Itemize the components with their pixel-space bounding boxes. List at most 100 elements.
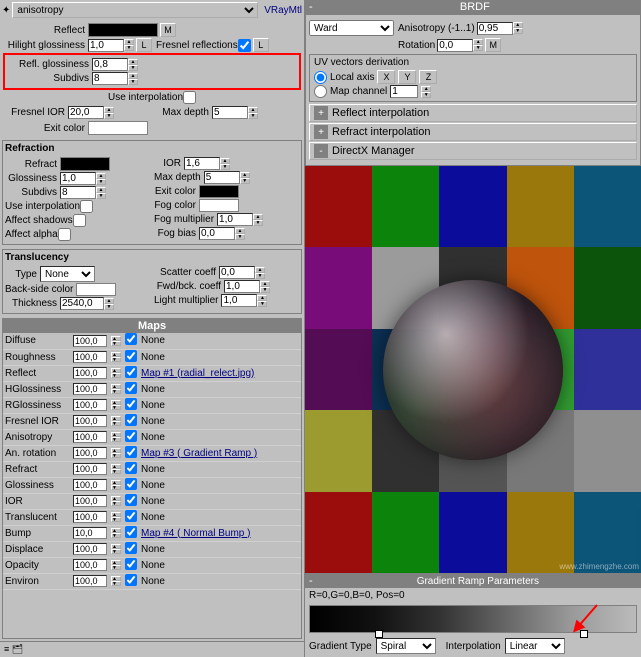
gradient-type-select[interactable]: Spiral [376, 638, 436, 654]
ior-spinner[interactable]: ▲▼ [220, 158, 230, 170]
fog-mult-input[interactable] [217, 213, 253, 226]
fog-bias-spinner[interactable]: ▲▼ [235, 228, 245, 240]
affect-alpha-checkbox[interactable] [58, 228, 71, 241]
map-value-input-1[interactable] [73, 351, 107, 363]
light-mult-input[interactable] [221, 294, 257, 307]
map-spin-9[interactable]: ▲▼ [109, 477, 123, 493]
rotation-m-btn[interactable]: M [485, 38, 501, 52]
anisotropy-value-input[interactable] [477, 22, 513, 35]
refract-interp-row[interactable]: + Refract interpolation [309, 123, 637, 141]
gradient-ramp-minus[interactable]: - [309, 575, 313, 587]
max-depth-input[interactable] [212, 106, 248, 119]
map-check-3[interactable] [123, 381, 139, 397]
gloss-input[interactable] [60, 172, 96, 185]
rotation-spinner[interactable]: ▲▼ [473, 39, 483, 51]
gradient-stop-right[interactable] [580, 630, 588, 638]
refl-gloss-spinner[interactable]: ▲▼ [128, 59, 138, 71]
map-value-input-3[interactable] [73, 383, 107, 395]
hilight-l-btn[interactable]: L [136, 38, 152, 52]
type-select[interactable]: None [40, 266, 95, 282]
map-value-input-4[interactable] [73, 399, 107, 411]
fresnel-l-btn[interactable]: L [253, 38, 269, 52]
refl-gloss-input[interactable] [92, 58, 128, 71]
map-value-input-11[interactable] [73, 511, 107, 523]
scatter-input[interactable] [219, 266, 255, 279]
rotation-input[interactable] [437, 39, 473, 52]
hilight-spinner[interactable]: ▲▼ [124, 39, 134, 51]
map-value-input-12[interactable] [73, 527, 107, 539]
map-check-13[interactable] [123, 541, 139, 557]
map-spin-2[interactable]: ▲▼ [109, 365, 123, 381]
map-check-12[interactable] [123, 525, 139, 541]
subdivs-input[interactable] [92, 72, 128, 85]
map-spin-3[interactable]: ▲▼ [109, 381, 123, 397]
map-link-2[interactable]: Map #1 (radial_relect.jpg) [139, 365, 301, 381]
map-spin-15[interactable]: ▲▼ [109, 573, 123, 589]
map-value-input-13[interactable] [73, 543, 107, 555]
map-check-7[interactable] [123, 445, 139, 461]
gloss-spinner[interactable]: ▲▼ [96, 173, 106, 185]
map-value-input-6[interactable] [73, 431, 107, 443]
map-spin-1[interactable]: ▲▼ [109, 349, 123, 365]
map-channel-input[interactable] [390, 85, 418, 98]
fwdbck-input[interactable] [224, 280, 260, 293]
fog-color-box[interactable] [199, 199, 239, 212]
map-check-11[interactable] [123, 509, 139, 525]
fresnel-ior-spinner[interactable]: ▲▼ [104, 107, 114, 119]
thickness-input[interactable] [60, 297, 104, 310]
max-depth2-spinner[interactable]: ▲▼ [240, 172, 250, 184]
x-btn[interactable]: X [377, 70, 395, 84]
map-check-6[interactable] [123, 429, 139, 445]
anisotropy-spinner[interactable]: ▲▼ [513, 22, 523, 34]
refract-expand-icon[interactable]: + [314, 125, 328, 139]
exit-color2-box[interactable] [199, 185, 239, 198]
directx-expand-icon[interactable]: - [314, 144, 328, 158]
map-value-input-10[interactable] [73, 495, 107, 507]
map-value-input-15[interactable] [73, 575, 107, 587]
scatter-spinner[interactable]: ▲▼ [255, 267, 265, 279]
reflect-expand-icon[interactable]: + [314, 106, 328, 120]
fresnel-checkbox[interactable] [238, 39, 251, 52]
map-channel-radio[interactable] [314, 85, 327, 98]
map-link-12[interactable]: Map #4 ( Normal Bump ) [139, 525, 301, 541]
use-interp-checkbox[interactable] [183, 91, 196, 104]
fwdbck-spinner[interactable]: ▲▼ [260, 281, 270, 293]
map-spin-12[interactable]: ▲▼ [109, 525, 123, 541]
ref-subdivs-spinner[interactable]: ▲▼ [96, 187, 106, 199]
map-spin-0[interactable]: ▲▼ [109, 333, 123, 349]
map-spin-11[interactable]: ▲▼ [109, 509, 123, 525]
reflect-m-button[interactable]: M [160, 23, 176, 37]
ref-subdivs-input[interactable] [60, 186, 96, 199]
affect-shadows-checkbox[interactable] [73, 214, 86, 227]
map-check-4[interactable] [123, 397, 139, 413]
map-check-2[interactable] [123, 365, 139, 381]
map-spin-5[interactable]: ▲▼ [109, 413, 123, 429]
light-mult-spinner[interactable]: ▲▼ [257, 295, 267, 307]
interpolation-select[interactable]: Linear [505, 638, 565, 654]
z-btn[interactable]: Z [419, 70, 437, 84]
map-spin-14[interactable]: ▲▼ [109, 557, 123, 573]
map-value-input-0[interactable] [73, 335, 107, 347]
directx-row[interactable]: - DirectX Manager [309, 142, 637, 160]
material-dropdown[interactable]: anisotropy [12, 2, 258, 18]
hilight-input[interactable] [88, 39, 124, 52]
map-check-10[interactable] [123, 493, 139, 509]
map-spin-6[interactable]: ▲▼ [109, 429, 123, 445]
map-value-input-5[interactable] [73, 415, 107, 427]
map-spin-8[interactable]: ▲▼ [109, 461, 123, 477]
map-check-5[interactable] [123, 413, 139, 429]
thickness-spinner[interactable]: ▲▼ [104, 298, 114, 310]
map-spin-7[interactable]: ▲▼ [109, 445, 123, 461]
exit-color-box[interactable] [88, 121, 148, 135]
map-check-0[interactable] [123, 333, 139, 349]
max-depth-spinner[interactable]: ▲▼ [248, 107, 258, 119]
fog-bias-input[interactable] [199, 227, 235, 240]
reflect-interp-row[interactable]: + Reflect interpolation [309, 104, 637, 122]
y-btn[interactable]: Y [398, 70, 416, 84]
map-value-input-9[interactable] [73, 479, 107, 491]
fresnel-ior-input[interactable] [68, 106, 104, 119]
fog-mult-spinner[interactable]: ▲▼ [253, 214, 263, 226]
refract-color[interactable] [60, 157, 110, 171]
subdivs-spinner[interactable]: ▲▼ [128, 73, 138, 85]
map-channel-spinner[interactable]: ▲▼ [421, 86, 431, 98]
